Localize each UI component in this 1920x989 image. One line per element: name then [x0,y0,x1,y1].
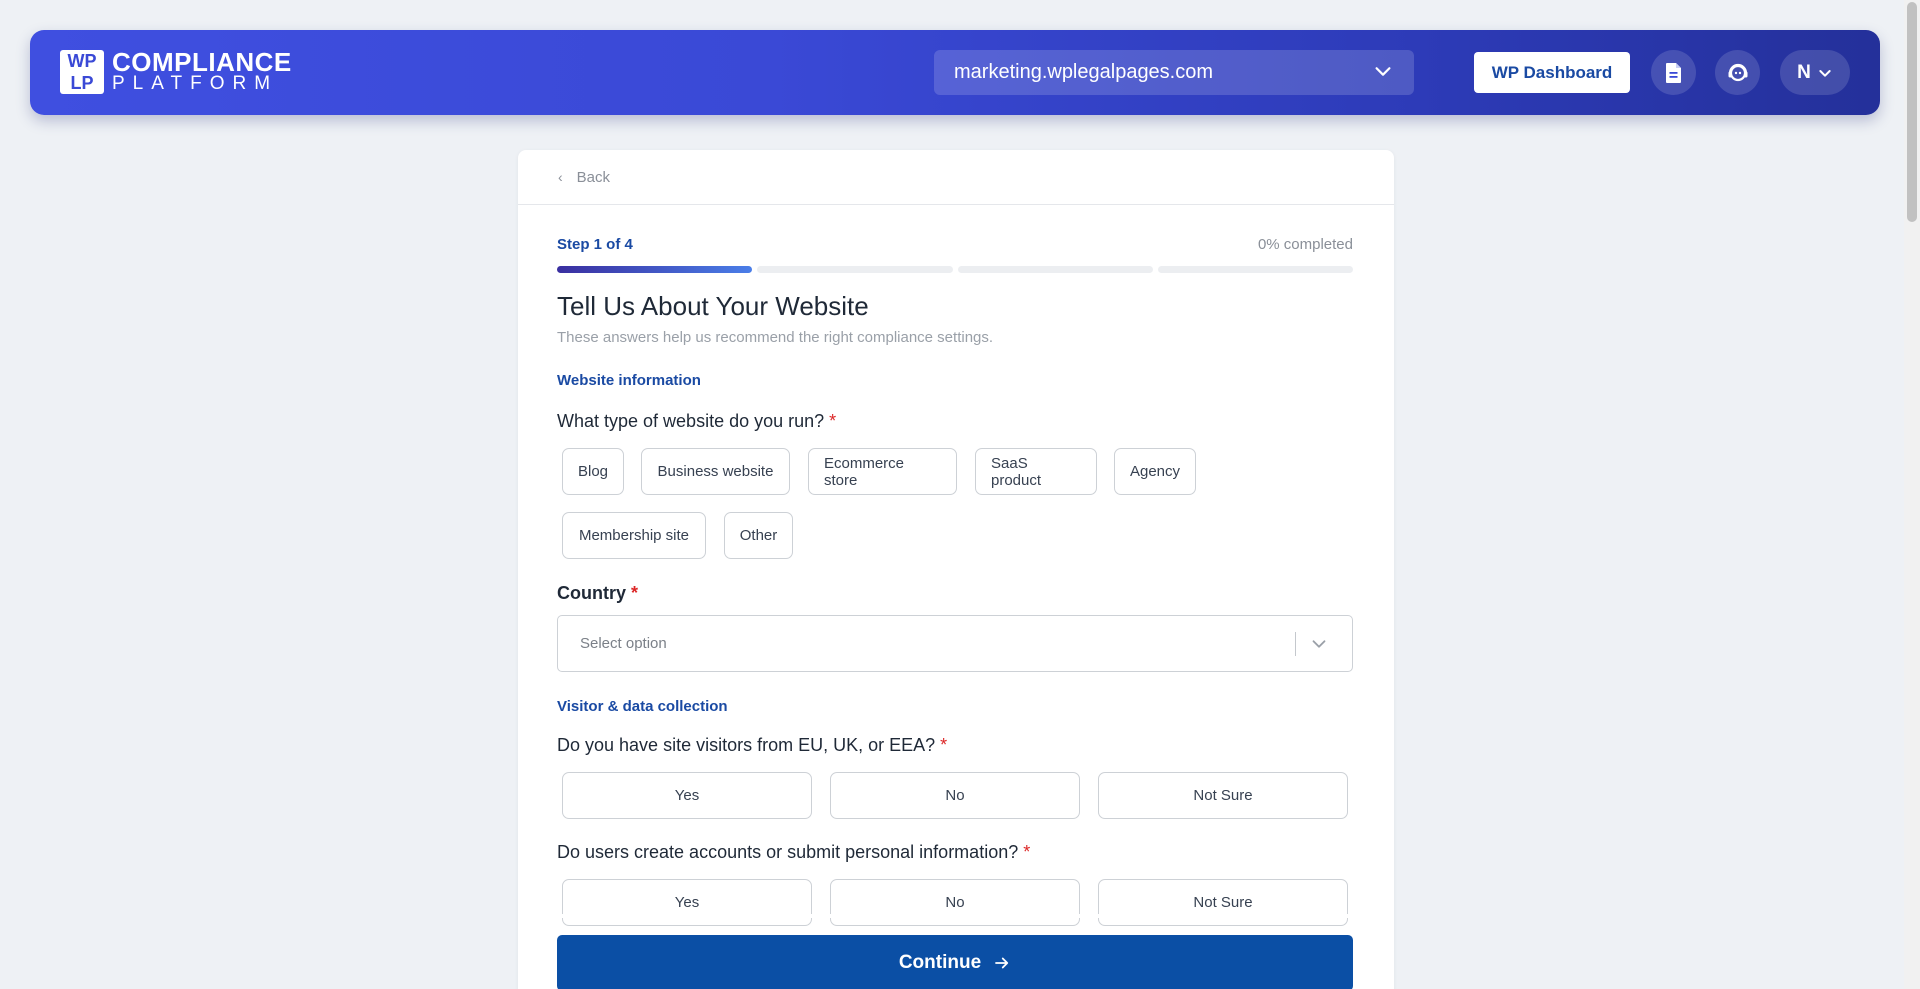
document-icon [1665,62,1681,83]
logo-mark-top: WP [67,51,97,71]
progress-segment-4 [1157,266,1353,273]
site-selector[interactable]: marketing.wplegalpages.com [934,50,1414,95]
arrow-right-icon [995,957,1009,969]
page-subtitle: These answers help us recommend the righ… [557,329,994,346]
step-indicator: Step 1 of 4 0% completed [557,236,1353,253]
app-logo[interactable]: WP LP COMPLIANCE PLATFORM [60,47,292,94]
country-select-placeholder: Select option [580,635,667,652]
logo-subtitle: PLATFORM [112,73,279,94]
required-mark: * [631,583,639,603]
chevron-down-icon [1375,67,1391,76]
question-country-text: Country [557,583,626,603]
step-label: Step 1 of 4 [557,236,633,253]
eu-visitors-option-not-sure[interactable]: Not Sure [1098,772,1348,819]
question-user-accounts: Do users create accounts or submit perso… [557,842,1030,863]
page-scrollbar[interactable] [1904,0,1920,989]
chevron-down-icon [1312,640,1326,648]
continue-label: Continue [898,952,982,973]
chevron-down-icon [1819,69,1831,77]
accounts-option-yes[interactable]: Yes [562,879,812,926]
website-type-option-other[interactable]: Other [724,512,793,559]
scrollbar-thumb[interactable] [1907,2,1917,222]
question-website-type: What type of website do you run? * [557,411,836,432]
support-icon [1728,63,1747,81]
page-title: Tell Us About Your Website [557,291,869,321]
step-progress-bar [557,266,1353,273]
website-type-option-agency[interactable]: Agency [1114,448,1196,495]
user-initial: N [1797,61,1811,83]
required-mark: * [1023,842,1031,862]
section-website-information: Website information [557,372,701,389]
wp-dashboard-button[interactable]: WP Dashboard [1474,52,1630,93]
back-link[interactable]: ‹ Back [518,150,1394,205]
question-user-accounts-text: Do users create accounts or submit perso… [557,842,1019,862]
logo-text: COMPLIANCE PLATFORM [112,47,292,94]
documents-button[interactable] [1651,50,1696,95]
country-select[interactable]: Select option [557,615,1353,672]
question-eu-visitors-text: Do you have site visitors from EU, UK, o… [557,735,936,755]
question-eu-visitors: Do you have site visitors from EU, UK, o… [557,735,947,756]
progress-segment-3 [957,266,1153,273]
top-header: WP LP COMPLIANCE PLATFORM marketing.wple… [30,30,1880,115]
website-type-option-ecommerce[interactable]: Ecommerce store [808,448,957,495]
eu-visitors-option-yes[interactable]: Yes [562,772,812,819]
chevron-left-icon: ‹ [558,169,563,185]
logo-title: COMPLIANCE [112,47,292,77]
section-visitor-data: Visitor & data collection [557,698,728,715]
website-type-option-business[interactable]: Business website [641,448,790,495]
website-type-option-membership[interactable]: Membership site [562,512,706,559]
question-website-type-text: What type of website do you run? [557,411,825,431]
accounts-option-no[interactable]: No [830,879,1080,926]
required-mark: * [829,411,837,431]
question-country: Country * [557,583,638,604]
website-type-option-blog[interactable]: Blog [562,448,624,495]
website-type-option-saas[interactable]: SaaS product [975,448,1097,495]
completion-label: 0% completed [1257,236,1353,253]
logo-mark-bottom: LP [70,73,94,93]
select-separator [1295,632,1296,656]
accounts-option-not-sure[interactable]: Not Sure [1098,879,1348,926]
onboarding-card: ‹ Back Step 1 of 4 0% completed Tell Us … [518,150,1394,989]
user-menu-button[interactable]: N [1780,50,1850,95]
required-mark: * [940,735,948,755]
back-label: Back [576,168,611,186]
support-button[interactable] [1715,50,1760,95]
progress-segment-1 [557,266,753,273]
scroll-fade [557,914,1353,918]
logo-mark: WP LP [60,50,104,94]
eu-visitors-option-no[interactable]: No [830,772,1080,819]
progress-segment-2 [757,266,953,273]
site-selector-value: marketing.wplegalpages.com [954,61,1214,83]
continue-button[interactable]: Continue [557,935,1353,989]
